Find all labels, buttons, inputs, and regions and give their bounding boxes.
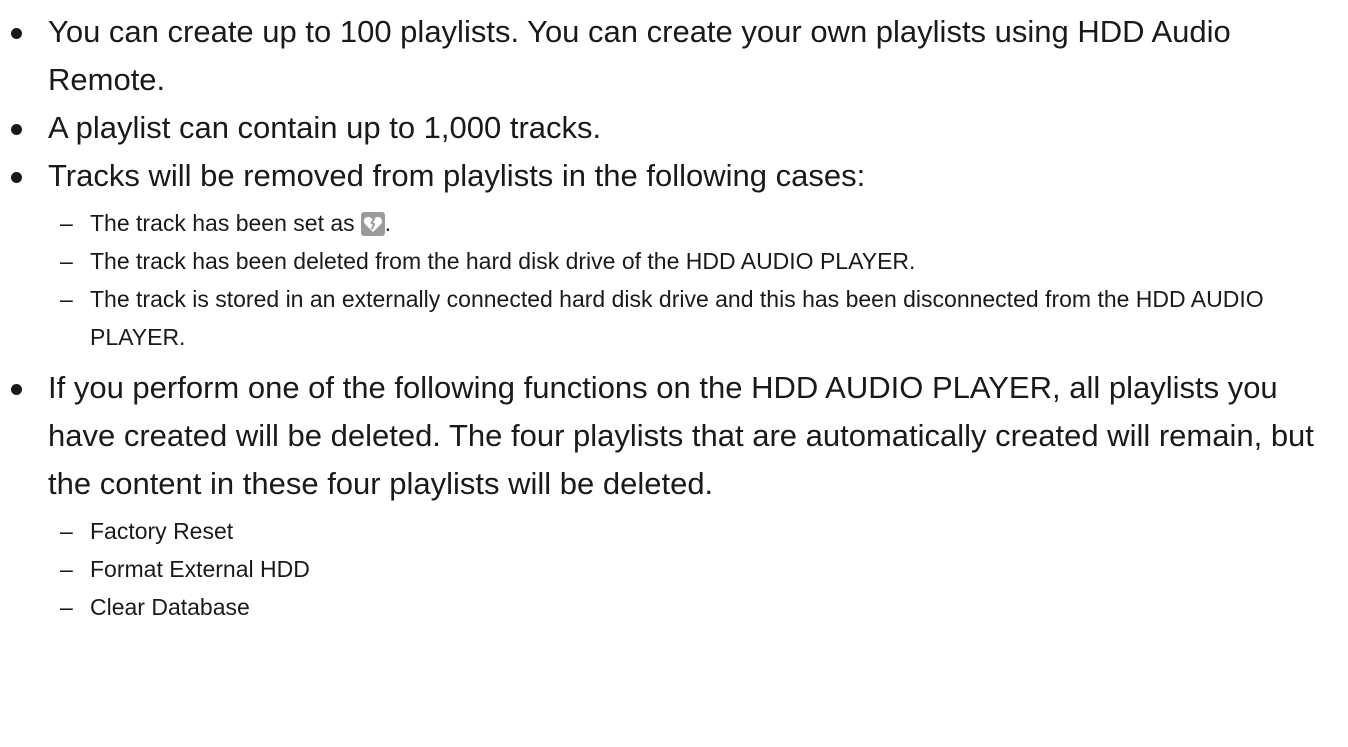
bullet-dot — [11, 124, 22, 135]
sub-list-item-text: Format External HDD — [90, 556, 310, 582]
dash-marker: – — [60, 286, 73, 312]
sub-list-item-text: Clear Database — [90, 594, 250, 620]
dash-marker: – — [60, 210, 73, 236]
broken-heart-icon — [360, 209, 385, 236]
list-item: If you perform one of the following func… — [0, 364, 1348, 508]
sub-list-item-text: The track has been deleted from the hard… — [90, 248, 916, 274]
list-item: You can create up to 100 playlists. You … — [0, 8, 1348, 104]
sub-list-item: – Clear Database — [0, 588, 1348, 626]
list-item-text: A playlist can contain up to 1,000 track… — [48, 110, 602, 145]
sub-list-item-suffix: . — [384, 210, 392, 236]
dash-marker: – — [60, 556, 73, 582]
dash-marker: – — [60, 594, 73, 620]
sub-list: – The track has been set as. – The track… — [0, 204, 1348, 356]
bullet-dot — [11, 384, 22, 395]
list-item: Tracks will be removed from playlists in… — [0, 152, 1348, 200]
sub-list-item: – The track has been deleted from the ha… — [0, 242, 1348, 280]
sub-list-item: – The track has been set as. — [0, 204, 1348, 242]
sub-list-item: – Factory Reset — [0, 512, 1348, 550]
list-item-text: You can create up to 100 playlists. You … — [48, 14, 1231, 97]
sub-list-item-text: The track has been set as — [90, 210, 355, 236]
bullet-dot — [11, 172, 22, 183]
bullet-dot — [11, 28, 22, 39]
list-item: A playlist can contain up to 1,000 track… — [0, 104, 1348, 152]
sub-list-item-text: Factory Reset — [90, 518, 234, 544]
document-body: You can create up to 100 playlists. You … — [0, 8, 1348, 626]
sub-list-item: – Format External HDD — [0, 550, 1348, 588]
dash-marker: – — [60, 248, 73, 274]
sub-list-item: – The track is stored in an externally c… — [0, 280, 1348, 356]
dash-marker: – — [60, 518, 73, 544]
sub-list: – Factory Reset – Format External HDD – … — [0, 512, 1348, 626]
list-item-text: If you perform one of the following func… — [48, 370, 1314, 501]
list-item-text: Tracks will be removed from playlists in… — [48, 158, 866, 193]
sub-list-item-text: The track is stored in an externally con… — [90, 286, 1264, 350]
